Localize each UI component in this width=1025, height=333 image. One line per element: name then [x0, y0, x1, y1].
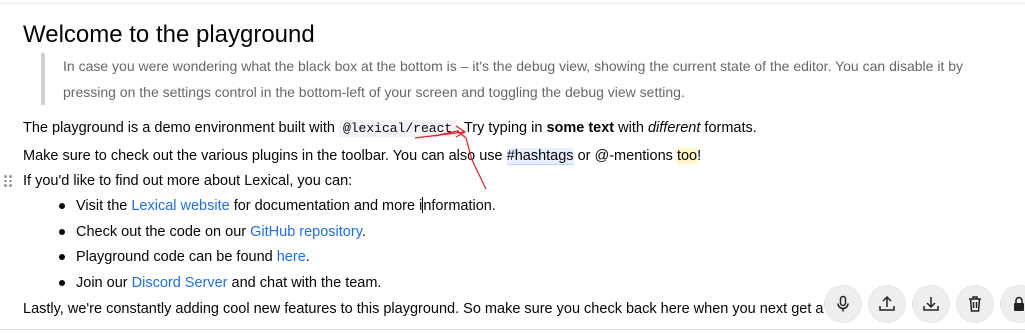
text: with	[614, 120, 648, 136]
list-item: Check out the code on our GitHub reposit…	[58, 222, 496, 248]
inline-code: @lexical/react	[338, 120, 457, 137]
actions-toolbar	[825, 286, 1025, 322]
paragraph-learn-more: If you'd like to find out more about Lex…	[23, 173, 353, 189]
text: or @-mentions	[573, 148, 677, 164]
text: Make sure to check out the various plugi…	[23, 148, 507, 164]
editor-content[interactable]: Welcome to the playground In case you we…	[0, 0, 1025, 333]
text: . Try typing in	[456, 120, 547, 136]
text: The playground is a demo environment bui…	[23, 120, 339, 136]
text: .	[305, 249, 310, 265]
github-repository-link[interactable]: GitHub repository	[250, 224, 362, 240]
lexical-website-link[interactable]: Lexical website	[131, 198, 229, 214]
paragraph-intro: The playground is a demo environment bui…	[23, 118, 757, 139]
upload-icon	[879, 295, 895, 311]
editor-bottom-border	[0, 329, 1025, 330]
read-only-toggle-button[interactable]	[1001, 286, 1025, 322]
list-item: Join our Discord Server and chat with th…	[58, 273, 496, 299]
bold-text: some text	[546, 120, 615, 136]
text: !	[697, 148, 702, 164]
speech-to-text-button[interactable]	[825, 286, 861, 322]
text: for documentation and more i	[229, 198, 423, 214]
text: Playground code can be found	[76, 249, 277, 265]
text: Join our	[76, 274, 132, 291]
text: Check out the code on our	[76, 223, 251, 240]
text: and chat with the team.	[227, 274, 382, 291]
clear-editor-button[interactable]	[957, 286, 993, 322]
download-icon	[923, 297, 939, 311]
list-item: Playground code can be found here.	[58, 247, 496, 273]
blockquote: In case you were wondering what the blac…	[41, 53, 1025, 105]
italic-text: different	[647, 120, 701, 136]
playground-code-link[interactable]: here	[277, 249, 306, 265]
text: .	[361, 223, 366, 240]
lock-icon	[1014, 296, 1024, 311]
trash-icon	[969, 296, 981, 312]
paragraph-plugins: Make sure to check out the various plugi…	[23, 146, 701, 166]
highlighted-text: too	[676, 148, 698, 164]
microphone-icon	[837, 295, 849, 312]
hashtag[interactable]: #hashtags	[506, 148, 574, 165]
quote-line-2: pressing on the settings control in the …	[63, 84, 685, 100]
paragraph-closing: Lastly, we're constantly adding cool new…	[23, 301, 835, 317]
text: Visit the	[76, 198, 132, 214]
text: formats.	[700, 120, 757, 136]
text: nformation.	[423, 198, 496, 214]
resource-list: Visit the Lexical website for documentat…	[58, 196, 496, 298]
page-title: Welcome to the playground	[23, 21, 315, 48]
export-button[interactable]	[913, 286, 949, 322]
list-item: Visit the Lexical website for documentat…	[58, 196, 496, 222]
quote-line-1: In case you were wondering what the blac…	[63, 58, 963, 74]
discord-server-link[interactable]: Discord Server	[132, 275, 228, 291]
drag-handle-icon[interactable]	[4, 175, 12, 187]
import-button[interactable]	[869, 286, 905, 322]
